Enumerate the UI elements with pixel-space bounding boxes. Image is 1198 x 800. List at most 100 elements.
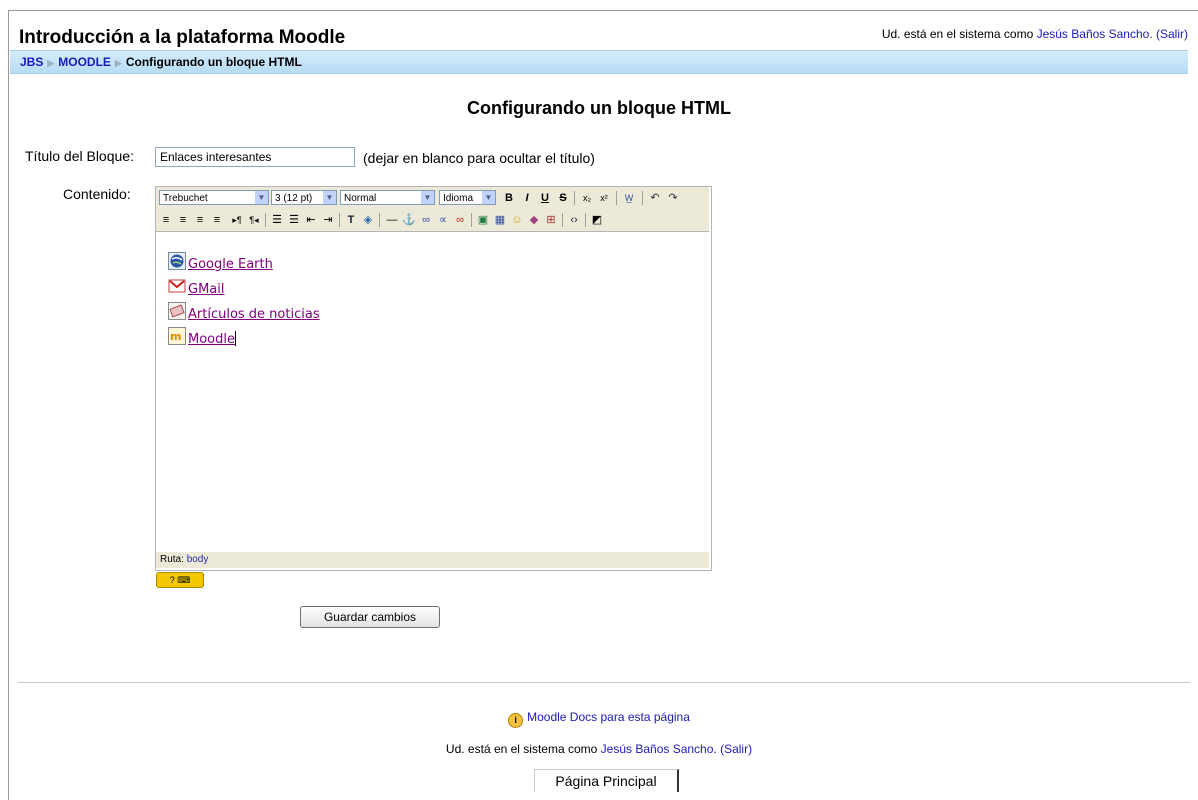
home-button[interactable]: Página Principal [534,769,679,792]
font-select-value: Trebuchet [163,193,208,204]
background-color-icon[interactable]: ◈ [361,213,375,227]
format-select-value: Normal [344,193,377,204]
gmail-icon [168,279,186,293]
smiley-icon[interactable]: ☺ [510,213,524,227]
editor-path-bar: Ruta: body [156,552,709,568]
clean-word-icon[interactable]: W̲ [622,191,636,205]
svg-text:m: m [170,330,181,343]
search-replace-icon[interactable]: ⊞ [544,213,558,227]
outdent-icon[interactable]: ⇤ [304,213,318,227]
size-select-value: 3 (12 pt) [275,193,313,204]
title-label: Título del Bloque: [25,148,134,164]
path-label: Ruta: [160,554,184,565]
nolink-icon[interactable]: ∞ [453,213,467,227]
footer-user-link[interactable]: Jesús Baños Sancho. [601,742,717,756]
link-news[interactable]: Artículos de noticias [188,307,320,322]
fullscreen-icon[interactable]: ◩ [590,213,604,227]
content-label: Contenido: [63,186,131,202]
info-icon: i [508,713,524,728]
title-hint: (dejar en blanco para ocultar el título) [363,150,595,166]
bold-icon[interactable]: B [502,191,516,205]
toolbar-separator [339,213,340,227]
link-google-earth[interactable]: Google Earth [188,257,273,272]
editor-toolbar-row-2: ≡ ≡ ≡ ≡ ▸¶ ¶◂ ☰ ☰ ⇤ ⇥ T ◈ — ⚓ ∞ ∝ ∞ ▣ ▦ … [156,209,709,232]
link-moodle[interactable]: Moodle [188,332,235,347]
moodle-docs: i Moodle Docs para esta página [0,710,1198,728]
align-center-icon[interactable]: ≡ [176,213,190,227]
horizontal-rule-icon[interactable]: — [385,213,399,227]
format-select[interactable]: Normal ▼ [340,190,435,205]
site-title: Introducción a la plataforma Moodle [19,27,346,48]
page-heading: Configurando un bloque HTML [467,98,731,118]
toolbar-separator [265,213,266,227]
ordered-list-icon[interactable]: ☰ [270,213,284,227]
align-left-icon[interactable]: ≡ [159,213,173,227]
user-link[interactable]: Jesús Baños Sancho. [1037,27,1153,41]
login-prefix: Ud. está en el sistema como [881,27,1037,41]
breadcrumb-moodle[interactable]: MOODLE [58,55,111,69]
logout-link[interactable]: (Salir) [1156,27,1188,41]
editor-toolbar-row-1: Trebuchet ▼ 3 (12 pt) ▼ Normal ▼ Idioma ▼ B … [156,187,709,209]
strikethrough-icon[interactable]: S [556,191,570,205]
link-icon[interactable]: ∞ [419,213,433,227]
special-char-icon[interactable]: ◆ [527,213,541,227]
list-item: m Moodle [168,327,236,347]
anchor-icon[interactable]: ⚓ [402,213,416,227]
save-changes-button[interactable]: Guardar cambios [300,606,440,628]
html-editor: Trebuchet ▼ 3 (12 pt) ▼ Normal ▼ Idioma ▼ B … [155,186,712,571]
chevron-down-icon: ▼ [255,191,268,204]
html-source-icon[interactable]: ‹› [567,213,581,227]
justify-icon[interactable]: ≡ [210,213,224,227]
list-item: Artículos de noticias [168,302,320,322]
link-gmail[interactable]: GMail [188,282,224,297]
editor-content[interactable]: Google Earth GMail Artículos de noticias… [156,232,709,549]
toolbar-separator [616,191,617,205]
language-select-value: Idioma [443,193,474,204]
breadcrumb-separator-icon: ▶ [47,58,55,68]
footer-logout-link[interactable]: (Salir) [720,742,752,756]
toolbar-separator [379,213,380,227]
google-earth-icon [168,252,186,270]
subscript-icon[interactable]: x₂ [580,191,594,205]
breadcrumb-separator-icon: ▶ [114,58,122,68]
breadcrumb: JBS ▶ MOODLE ▶ Configurando un bloque HTML [20,55,302,69]
chevron-down-icon: ▼ [421,191,434,204]
help-keyboard-icon: ? ⌨ [169,575,191,585]
text-cursor [235,331,236,346]
toolbar-separator [574,191,575,205]
indent-icon[interactable]: ⇥ [321,213,335,227]
table-icon[interactable]: ▦ [493,213,507,227]
toolbar-separator [585,213,586,227]
superscript-icon[interactable]: x² [597,191,611,205]
login-info: Ud. está en el sistema como Jesús Baños … [882,27,1188,41]
footer-login-info: Ud. está en el sistema como Jesús Baños … [0,742,1198,756]
list-item: GMail [168,277,224,297]
unordered-list-icon[interactable]: ☰ [287,213,301,227]
language-select[interactable]: Idioma ▼ [439,190,496,205]
text-color-icon[interactable]: T [344,213,358,227]
undo-icon[interactable]: ↶ [648,191,662,205]
ltr-icon[interactable]: ▸¶ [230,213,244,227]
unlink-icon[interactable]: ∝ [436,213,450,227]
align-right-icon[interactable]: ≡ [193,213,207,227]
path-body-link[interactable]: body [187,554,209,565]
rtl-icon[interactable]: ¶◂ [247,213,261,227]
breadcrumb-current: Configurando un bloque HTML [125,55,302,69]
redo-icon[interactable]: ↷ [666,191,680,205]
footer-login-prefix: Ud. está en el sistema como [445,742,601,756]
toolbar-separator [642,191,643,205]
footer-divider [18,682,1190,683]
chevron-down-icon: ▼ [323,191,336,204]
image-icon[interactable]: ▣ [476,213,490,227]
italic-icon[interactable]: I [520,191,534,205]
editor-help-button[interactable]: ? ⌨ [156,572,204,588]
block-title-input[interactable] [155,147,355,167]
list-item: Google Earth [168,252,273,272]
size-select[interactable]: 3 (12 pt) ▼ [271,190,337,205]
underline-icon[interactable]: U [538,191,552,205]
breadcrumb-jbs[interactable]: JBS [20,55,43,69]
toolbar-separator [471,213,472,227]
moodle-docs-link[interactable]: Moodle Docs para esta página [527,710,690,724]
chevron-down-icon: ▼ [482,191,495,204]
font-select[interactable]: Trebuchet ▼ [159,190,269,205]
